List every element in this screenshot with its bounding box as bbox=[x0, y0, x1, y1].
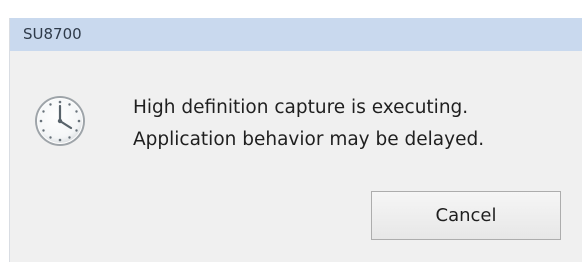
dialog-message: High definition capture is executing. Ap… bbox=[133, 92, 573, 156]
dialog-title-bar[interactable]: SU8700 bbox=[10, 18, 582, 51]
message-line-2: Application behavior may be delayed. bbox=[133, 129, 485, 150]
message-line-1: High definition capture is executing. bbox=[133, 97, 469, 118]
screenshot-page: SU8700 High definition capture is execut… bbox=[0, 0, 582, 262]
capture-dialog: SU8700 High definition capture is execut… bbox=[9, 18, 582, 262]
clock-icon bbox=[35, 96, 85, 146]
cancel-button[interactable]: Cancel bbox=[371, 191, 561, 240]
dialog-title: SU8700 bbox=[23, 25, 82, 43]
